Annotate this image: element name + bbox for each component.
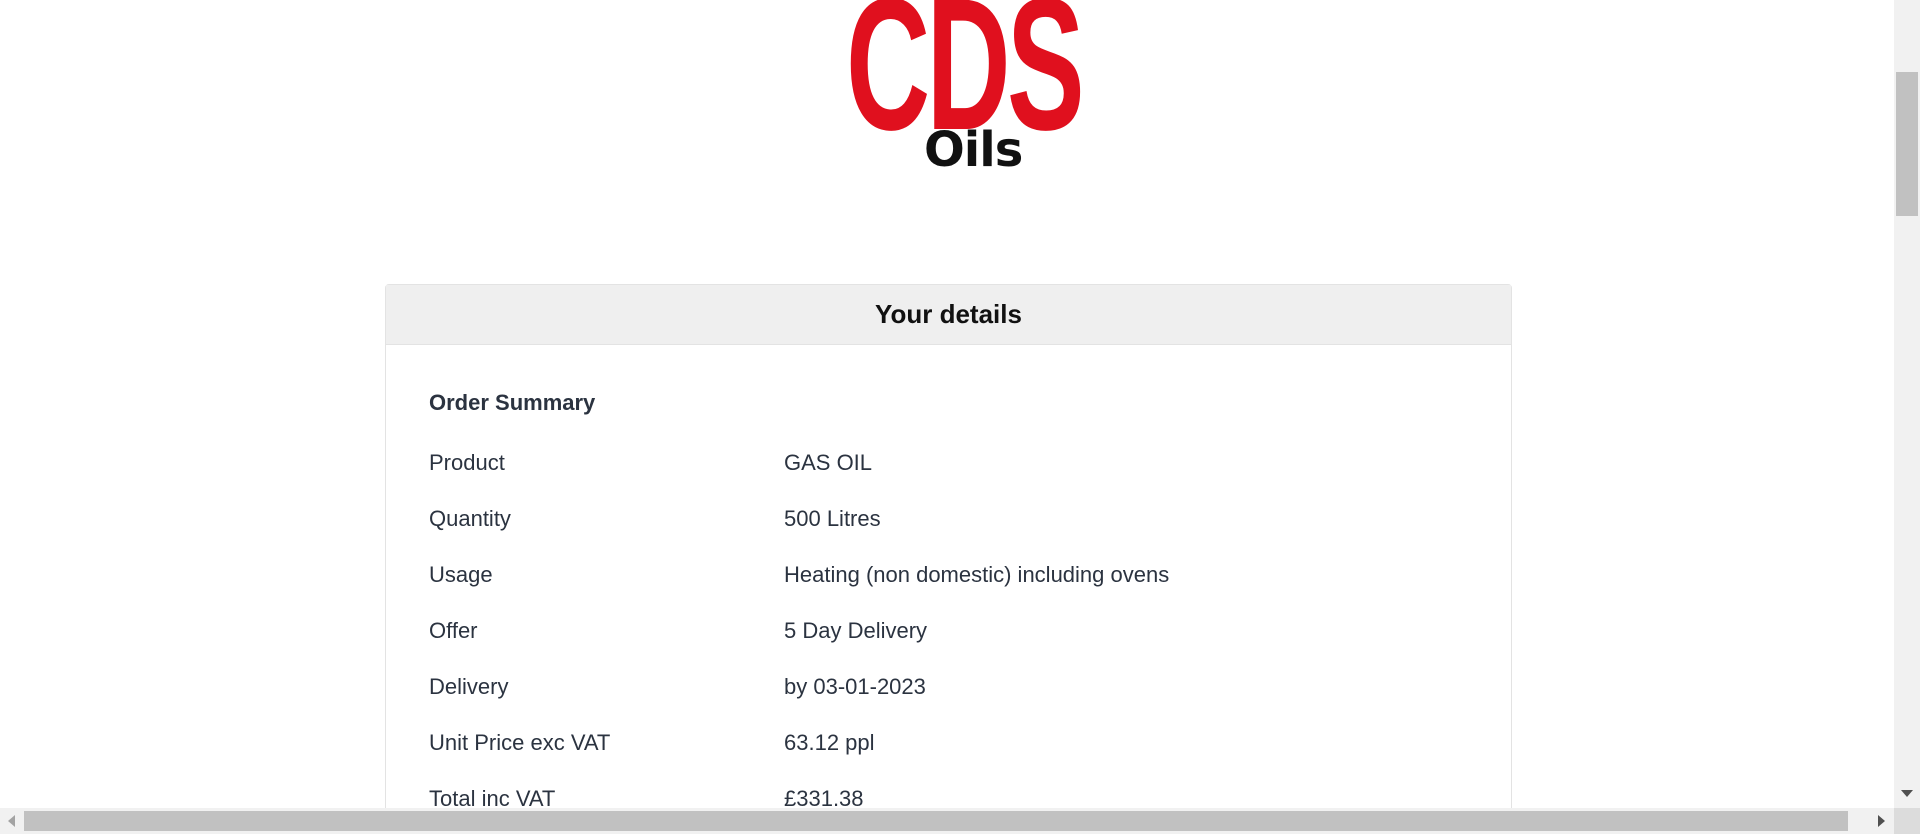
row-label: Product <box>429 450 505 475</box>
scroll-right-arrow-icon[interactable] <box>1878 815 1885 827</box>
summary-row-offer: Offer 5 Day Delivery <box>429 603 1468 659</box>
scroll-left-arrow-icon[interactable] <box>8 815 15 827</box>
horizontal-scrollbar[interactable] <box>0 808 1894 834</box>
row-label: Delivery <box>429 674 509 699</box>
row-label: Quantity <box>429 506 511 531</box>
vertical-scrollbar[interactable] <box>1894 0 1920 808</box>
order-summary-title: Order Summary <box>429 390 596 415</box>
row-value: by 03-01-2023 <box>784 674 926 699</box>
page-viewport: CDS Oils Your details Order Summary Prod… <box>0 0 1894 808</box>
card-header: Your details <box>386 285 1511 345</box>
summary-row-quantity: Quantity 500 Litres <box>429 491 1468 547</box>
row-label: Usage <box>429 562 493 587</box>
card-title: Your details <box>875 299 1022 329</box>
row-value: 500 Litres <box>784 506 881 531</box>
summary-row-delivery: Delivery by 03-01-2023 <box>429 659 1468 715</box>
row-label: Offer <box>429 618 478 643</box>
horizontal-scrollbar-thumb[interactable] <box>24 811 1848 831</box>
summary-row-usage: Usage Heating (non domestic) including o… <box>429 547 1468 603</box>
row-label: Total inc VAT <box>429 786 556 808</box>
summary-row-unit-price: Unit Price exc VAT 63.12 ppl <box>429 715 1468 771</box>
row-value: Heating (non domestic) including ovens <box>784 562 1170 587</box>
row-value: 5 Day Delivery <box>784 618 928 643</box>
logo-word: Oils <box>924 122 1023 178</box>
summary-row-total: Total inc VAT £331.38 <box>429 771 1468 808</box>
your-details-card: Your details Order Summary Product GAS O… <box>385 284 1512 808</box>
scroll-down-arrow-icon[interactable] <box>1901 790 1913 797</box>
scrollbar-corner <box>1894 808 1920 834</box>
row-label: Unit Price exc VAT <box>429 730 611 755</box>
cds-oils-logo: CDS Oils <box>846 0 1085 180</box>
summary-row-product: Product GAS OIL <box>429 435 1468 491</box>
row-value: £331.38 <box>784 786 864 808</box>
row-value: GAS OIL <box>784 450 873 475</box>
card-body: Order Summary Product GAS OIL Quantity 5… <box>386 345 1511 808</box>
row-value: 63.12 ppl <box>784 730 875 755</box>
vertical-scrollbar-thumb[interactable] <box>1896 72 1918 216</box>
